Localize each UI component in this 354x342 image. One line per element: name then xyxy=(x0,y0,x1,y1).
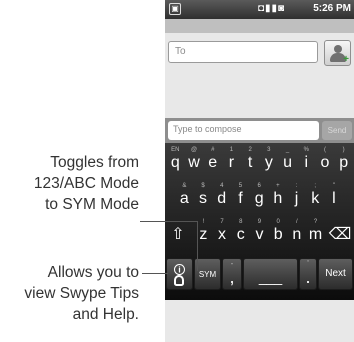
key-s[interactable]: $ s xyxy=(194,182,213,216)
contact-icon xyxy=(334,45,342,53)
key-y[interactable]: 3y xyxy=(260,146,279,180)
toggle-callout: Toggles from 123/ABC Mode to SYM Mode xyxy=(33,154,139,213)
to-field[interactable]: To xyxy=(168,41,318,63)
key-j[interactable]: :j xyxy=(287,182,306,216)
recipient-header xyxy=(165,19,354,33)
comma-key[interactable]: - , xyxy=(222,258,242,290)
sym-key[interactable]: SYM xyxy=(194,258,221,290)
key-k[interactable]: ; k xyxy=(306,182,325,216)
key-u[interactable]: _ u xyxy=(278,146,297,180)
send-button[interactable]: Send xyxy=(322,121,352,140)
toggle-leader-line-vertical xyxy=(197,221,198,271)
key-r[interactable]: 1r xyxy=(222,146,241,180)
add-contact-button[interactable]: + xyxy=(324,40,351,66)
key-v[interactable]: 9v xyxy=(250,218,269,252)
status-time: 5:26 PM xyxy=(313,3,351,14)
key-q[interactable]: EN q xyxy=(166,146,185,180)
key-o[interactable]: (o xyxy=(316,146,335,180)
plus-icon: + xyxy=(343,54,349,65)
shift-key[interactable]: ⇧ xyxy=(167,218,189,252)
phone-screen: ▣ ◘▮▮◙ 5:26 PM To + Type to compose Send… xyxy=(165,0,354,342)
swype-tips-key[interactable]: 🛈 xyxy=(166,258,193,290)
key-i[interactable]: % i xyxy=(297,146,316,180)
key-l[interactable]: " l xyxy=(325,182,344,216)
key-m[interactable]: ? m xyxy=(306,218,325,252)
key-n[interactable]: / n xyxy=(288,218,307,252)
key-x[interactable]: 7x xyxy=(213,218,232,252)
toggle-leader-line xyxy=(140,221,198,222)
signal-battery-icons: ◘▮▮◙ xyxy=(258,3,286,14)
key-b[interactable]: 0b xyxy=(269,218,288,252)
status-bar: ▣ ◘▮▮◙ 5:26 PM xyxy=(165,0,354,19)
delete-key[interactable]: ⌫ xyxy=(328,218,352,252)
key-e[interactable]: # e xyxy=(203,146,222,180)
key-a[interactable]: & a xyxy=(175,182,194,216)
key-t[interactable]: 2t xyxy=(241,146,260,180)
notification-icon: ▣ xyxy=(169,3,181,15)
tips-callout: Allows you to view Swype Tips and Help. xyxy=(24,264,139,323)
space-key[interactable]: ___ xyxy=(243,258,298,290)
next-key[interactable]: Next xyxy=(318,258,353,290)
key-g[interactable]: 6g xyxy=(250,182,269,216)
key-w[interactable]: @ w xyxy=(185,146,204,180)
period-key[interactable]: ' . xyxy=(299,258,317,290)
key-h[interactable]: + h xyxy=(269,182,288,216)
compose-field[interactable]: Type to compose xyxy=(168,121,319,140)
tips-leader-line xyxy=(142,273,168,274)
key-p[interactable]: ) p xyxy=(334,146,353,180)
key-c[interactable]: 8c xyxy=(231,218,250,252)
hand-icon xyxy=(174,275,184,286)
key-d[interactable]: 4d xyxy=(212,182,231,216)
key-f[interactable]: 5f xyxy=(231,182,250,216)
